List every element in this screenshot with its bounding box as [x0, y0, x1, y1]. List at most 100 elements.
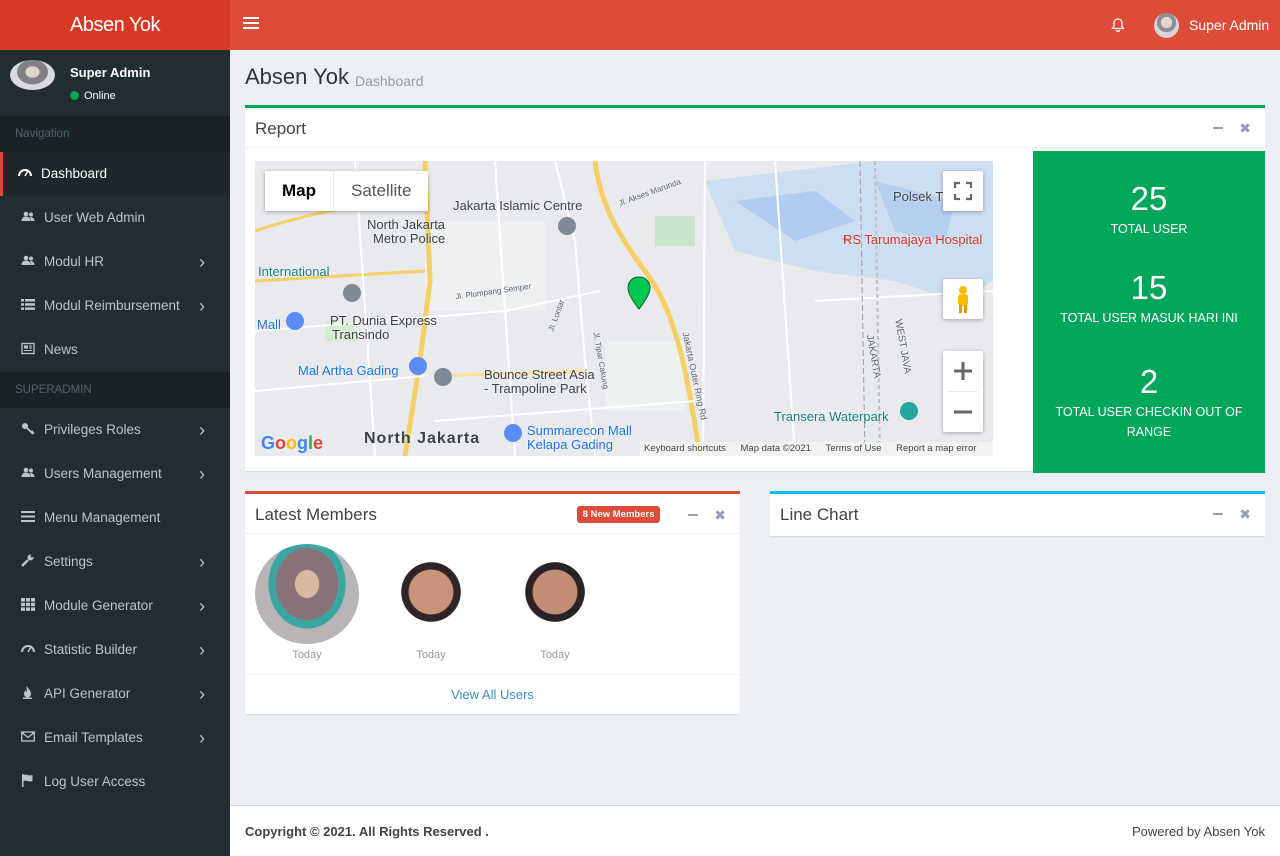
box-tools: ✖ — [1189, 120, 1251, 137]
collapse-button[interactable] — [1201, 120, 1224, 136]
members-list: Today Today Today — [245, 534, 740, 671]
terms-of-use-link[interactable]: Terms of Use — [826, 443, 882, 454]
footer: Copyright © 2021. All Rights Reserved . … — [230, 805, 1280, 856]
sidebar-item-privileges-roles[interactable]: Privileges Roles › — [0, 408, 230, 452]
map-type-tabs: Map Satellite — [265, 171, 429, 211]
copyright-text: Copyright © 2021. All Rights Reserved . — [245, 824, 489, 839]
keyboard-shortcuts-link[interactable]: Keyboard shortcuts — [644, 443, 726, 454]
map-attribution: Keyboard shortcuts Map data ©2021 Terms … — [640, 442, 993, 456]
sidebar-item-dashboard[interactable]: Dashboard — [0, 152, 230, 196]
sidebar-item-news[interactable]: News — [0, 328, 230, 372]
report-map-error-link[interactable]: Report a map error — [896, 443, 976, 454]
report-title: Report — [255, 119, 307, 138]
page-subtitle: Dashboard — [355, 73, 424, 89]
zoom-in-button[interactable] — [943, 351, 983, 391]
sidebar-item-users-management[interactable]: Users Management › — [0, 452, 230, 496]
stat-total-user: 25 TOTAL USER — [1033, 151, 1265, 239]
new-members-badge: 8 New Members — [576, 506, 661, 523]
online-dot-icon — [70, 91, 79, 100]
close-button[interactable]: ✖ — [714, 507, 726, 524]
map[interactable]: + Map Satellite Jakarta Islamic Centre N… — [255, 161, 993, 456]
chevron-right-icon: › — [199, 296, 205, 316]
sidebar-item-modul-hr[interactable]: Modul HR › — [0, 240, 230, 284]
user-avatar[interactable] — [1154, 13, 1179, 38]
collapse-button[interactable] — [676, 507, 699, 523]
map-label: Polsek T — [893, 189, 944, 204]
chevron-right-icon: › — [199, 464, 205, 484]
map-tab-satellite[interactable]: Satellite — [334, 171, 428, 211]
map-label: RS Tarumajaya Hospital — [843, 232, 983, 247]
report-box-header: Report ✖ — [245, 108, 1265, 148]
sidebar-item-settings[interactable]: Settings › — [0, 540, 230, 584]
collapse-button[interactable] — [1201, 506, 1224, 522]
sidebar-item-api-generator[interactable]: API Generator › — [0, 672, 230, 716]
close-button[interactable]: ✖ — [1239, 120, 1251, 137]
stat-label: TOTAL USER MASUK HARI INI — [1060, 311, 1238, 325]
bell-icon[interactable] — [1110, 17, 1126, 33]
chevron-right-icon: › — [199, 596, 205, 616]
sidebar-item-module-generator[interactable]: Module Generator › — [0, 584, 230, 628]
sidebar-item-email-templates[interactable]: Email Templates › — [0, 716, 230, 760]
map-label: PT. Dunia Express — [330, 313, 437, 328]
list-icon — [21, 285, 35, 310]
sidebar-item-label: Settings — [44, 554, 93, 569]
sidebar-item-label: Menu Management — [44, 510, 161, 525]
member-date: Today — [540, 649, 570, 661]
user-menu-name[interactable]: Super Admin — [1189, 17, 1269, 33]
stat-value: 15 — [1130, 269, 1168, 306]
fullscreen-button[interactable] — [943, 171, 983, 211]
member-photo[interactable] — [255, 544, 359, 644]
chevron-right-icon: › — [199, 684, 205, 704]
member-date: Today — [292, 649, 322, 661]
minus-icon — [688, 514, 699, 516]
sidebar-item-label: Statistic Builder — [44, 642, 138, 657]
stat-value: 25 — [1130, 180, 1168, 217]
box-tools: 8 New Members ✖ — [565, 506, 726, 524]
page-title: Absen Yok — [245, 64, 349, 89]
zoom-out-button[interactable] — [943, 392, 983, 432]
sidebar-toggle-icon[interactable] — [243, 17, 259, 33]
list-item[interactable]: Today — [379, 544, 483, 661]
envelope-icon — [21, 717, 35, 742]
plus-icon — [954, 362, 972, 380]
sidebar-item-modul-reimbursement[interactable]: Modul Reimbursement › — [0, 284, 230, 328]
member-photo[interactable] — [379, 544, 483, 644]
sidebar-item-label: Email Templates — [44, 730, 143, 745]
sidebar-menu: Navigation Dashboard User Web Admin Modul H… — [0, 116, 230, 804]
close-button[interactable]: ✖ — [1239, 506, 1251, 523]
status-text: Online — [84, 90, 116, 102]
street-view-pegman[interactable] — [943, 279, 983, 319]
latest-members-box: Latest Members 8 New Members ✖ Today Tod… — [245, 491, 740, 714]
sidebar-item-statistic-builder[interactable]: Statistic Builder › — [0, 628, 230, 672]
newspaper-icon — [21, 329, 35, 355]
wrench-icon — [21, 541, 35, 567]
chevron-right-icon: › — [199, 420, 205, 440]
google-logo[interactable]: Google — [261, 433, 323, 454]
stat-label: TOTAL USER CHECKIN OUT OF RANGE — [1055, 405, 1243, 439]
sidebar-item-log-user-access[interactable]: Log User Access — [0, 760, 230, 804]
dashboard-icon — [21, 629, 35, 653]
sidebar-item-user-web-admin[interactable]: User Web Admin — [0, 196, 230, 240]
list-item[interactable]: Today — [503, 544, 607, 661]
stat-label: TOTAL USER — [1110, 222, 1188, 236]
sidebar: Super Admin Online Navigation Dashboard Us… — [0, 50, 230, 856]
fullscreen-icon — [953, 181, 973, 201]
grid-icon — [21, 585, 35, 611]
chevron-right-icon: › — [199, 552, 205, 572]
app-logo[interactable]: Absen Yok — [0, 0, 230, 50]
stat-out-of-range: 2 TOTAL USER CHECKIN OUT OF RANGE — [1033, 328, 1265, 442]
sidebar-item-label: Module Generator — [44, 598, 153, 613]
list-item[interactable]: Today — [255, 544, 359, 661]
sidebar-item-label: News — [44, 342, 78, 357]
members-title: Latest Members — [255, 505, 377, 524]
map-label: Transindo — [332, 327, 390, 342]
map-tab-map[interactable]: Map — [265, 171, 334, 211]
minus-icon — [1213, 513, 1224, 515]
minus-icon — [1213, 127, 1224, 129]
view-all-users-link[interactable]: View All Users — [245, 674, 740, 714]
sidebar-item-label: API Generator — [44, 686, 131, 701]
key-icon — [21, 409, 35, 435]
sidebar-item-menu-management[interactable]: Menu Management — [0, 496, 230, 540]
member-photo[interactable] — [503, 544, 607, 644]
users-icon — [21, 241, 35, 265]
